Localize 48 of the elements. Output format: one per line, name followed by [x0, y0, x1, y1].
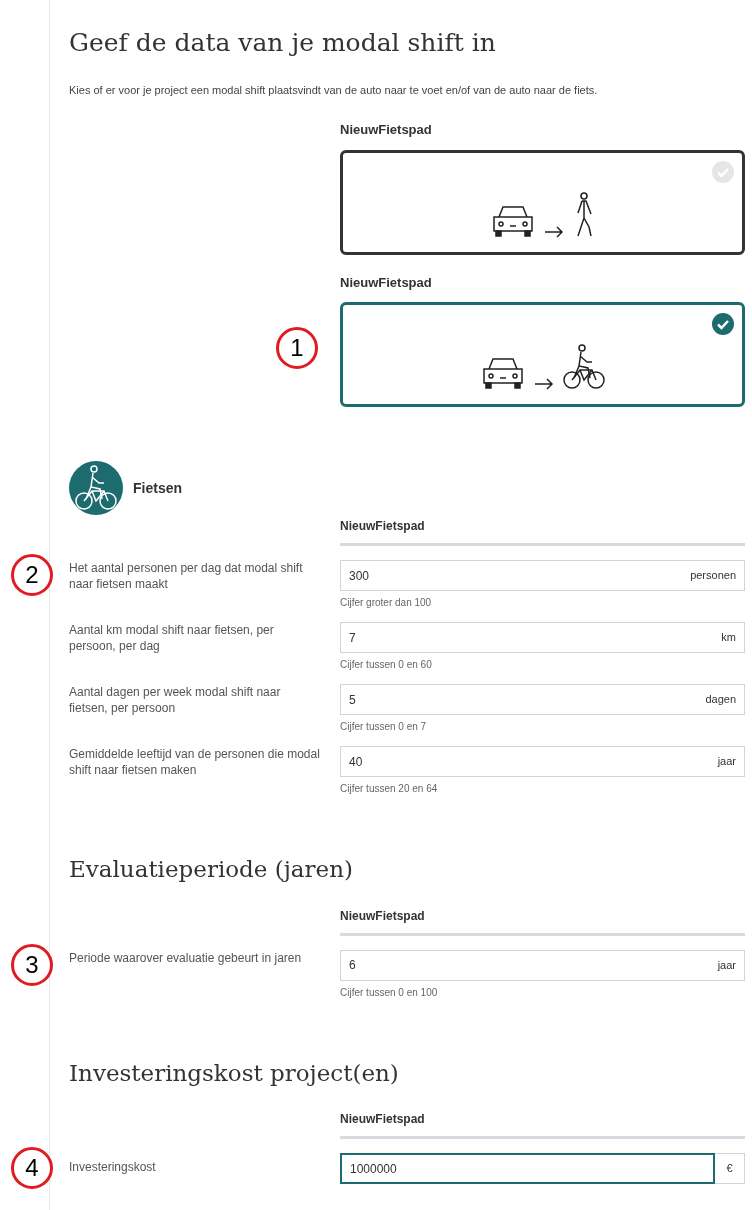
field-value: 1000000	[350, 1160, 397, 1178]
field-hint: Cijfer tussen 0 en 7	[340, 720, 428, 734]
mode-name: Fietsen	[133, 478, 182, 498]
unit-label: personen	[690, 568, 736, 584]
field-label: Periode waarover evaluatie gebeurt in jaren	[69, 949, 303, 967]
field-label: Aantal km modal shift naar fietsen, per persoon, per dag	[69, 622, 275, 655]
unit-label: jaar	[717, 754, 736, 770]
unit-label: jaar	[717, 957, 736, 973]
column-header: NieuwFietspad	[340, 906, 745, 936]
field-hint: Cijfer groter dan 100	[340, 596, 433, 610]
field-value: 7	[349, 629, 357, 647]
number-field[interactable]: 300 personen	[340, 560, 745, 591]
field-hint: Cijfer tussen 20 en 64	[340, 782, 439, 796]
option-label: NieuwFietspad	[340, 273, 433, 292]
mode-option-card[interactable]	[340, 302, 745, 407]
field-label: Gemiddelde leeftijd van de personen die modal shift naar fietsen maken	[69, 746, 321, 779]
cyclist-icon	[561, 344, 606, 390]
number-field[interactable]: 7 km	[340, 622, 745, 653]
number-field[interactable]: 1000000	[340, 1153, 715, 1184]
field-value: 6	[349, 957, 357, 974]
intro-text: Kies of er voor je project een modal shift plaatsvindt van de auto naar te voet en/of van de auto naar de fiets.	[69, 82, 599, 98]
field-hint: Cijfer tussen 0 en 60	[340, 658, 433, 672]
page-title: Geef de data van je modal shift in	[69, 27, 497, 59]
field-hint: Cijfer tussen 0 en 100	[340, 985, 439, 1000]
annotation-marker: 4	[11, 1147, 53, 1189]
unit-label: km	[721, 630, 736, 646]
field-label: Het aantal personen per dag dat modal shift naar fietsen maakt	[69, 560, 304, 593]
arrow-icon	[543, 225, 564, 238]
annotation-marker: 3	[11, 943, 53, 986]
arrow-icon	[533, 378, 554, 390]
mode-option-card[interactable]	[340, 149, 745, 255]
field-value: 300	[349, 567, 371, 585]
section-heading: Investeringskost project(en)	[69, 1058, 400, 1088]
field-label: Aantal dagen per week modal shift naar fietsen, per persoon	[69, 684, 282, 717]
section-heading: Evaluatieperiode (jaren)	[69, 855, 354, 884]
annotation-marker: 1	[276, 327, 318, 369]
number-field[interactable]: 5 dagen	[340, 684, 745, 715]
field-value: 5	[349, 691, 357, 709]
unit-label: dagen	[705, 692, 736, 708]
number-field[interactable]: 6 jaar	[340, 949, 745, 981]
option-label: NieuwFietspad	[340, 121, 433, 139]
number-field[interactable]: 40 jaar	[340, 746, 745, 777]
field-label: Investeringskost	[69, 1159, 157, 1176]
unit-addon: €	[715, 1153, 745, 1184]
column-header: NieuwFietspad	[340, 517, 745, 546]
column-header: NieuwFietspad	[340, 1110, 745, 1139]
field-value: 40	[349, 753, 364, 771]
annotation-marker: 2	[11, 554, 53, 596]
